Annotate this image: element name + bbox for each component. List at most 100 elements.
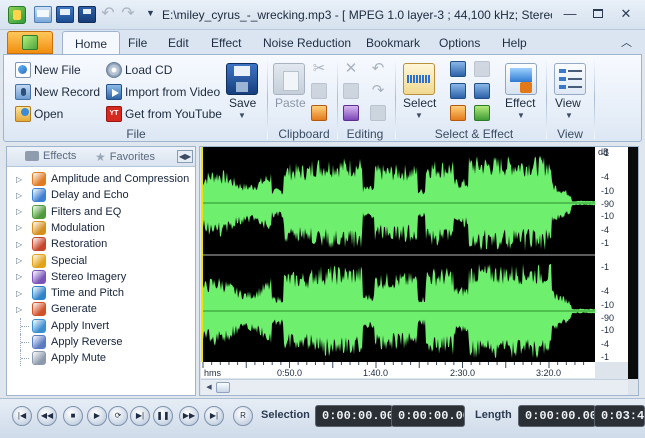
- fade-icon[interactable]: [450, 105, 466, 121]
- tab-help[interactable]: Help: [502, 36, 527, 50]
- import-video-button[interactable]: Import from Video: [106, 84, 220, 100]
- go-to-start-button[interactable]: |◀: [12, 406, 32, 426]
- tree-item-label: Apply Reverse: [51, 336, 123, 348]
- expand-arrow-icon[interactable]: ▷: [16, 240, 26, 249]
- tree-item[interactable]: ▷ Special: [7, 253, 87, 269]
- tab-options[interactable]: Options: [439, 36, 480, 50]
- play-button[interactable]: ▶: [87, 406, 107, 426]
- trim-icon[interactable]: [311, 105, 327, 121]
- quick-access-dropdown-icon[interactable]: ▼: [146, 8, 155, 18]
- quick-undo-icon[interactable]: ↶: [100, 5, 116, 22]
- effect-dropdown-icon[interactable]: ▼: [517, 111, 525, 120]
- tree-item[interactable]: ▷ Delay and Echo: [7, 187, 129, 203]
- cut-icon[interactable]: ✂: [311, 61, 327, 77]
- get-youtube-button[interactable]: YT Get from YouTube: [106, 106, 222, 122]
- selection-end-field[interactable]: 0:00:00.000: [391, 405, 465, 427]
- tree-item[interactable]: ▷ Stereo Imagery: [7, 269, 126, 285]
- speed-icon[interactable]: [474, 83, 490, 99]
- new-file-button[interactable]: New File: [15, 62, 81, 78]
- scroll-left-icon[interactable]: ◀: [203, 382, 215, 394]
- view-button[interactable]: View: [555, 96, 581, 110]
- tree-item[interactable]: ▷ Time and Pitch: [7, 285, 124, 301]
- expand-arrow-icon[interactable]: ▷: [16, 223, 26, 232]
- tab-effects[interactable]: Effects: [25, 150, 76, 162]
- minimize-button[interactable]: —: [560, 5, 580, 23]
- scrollbar-thumb[interactable]: [216, 382, 230, 393]
- repeat-icon[interactable]: [370, 105, 386, 121]
- edit-tool-icon[interactable]: [343, 105, 359, 121]
- fast-forward-button[interactable]: ▶▶: [179, 406, 199, 426]
- tree-item[interactable]: ▷ Filters and EQ: [7, 204, 121, 220]
- expand-arrow-icon[interactable]: ▷: [16, 272, 26, 281]
- play-selection-button[interactable]: ▶|: [130, 406, 150, 426]
- tree-item[interactable]: Apply Reverse: [7, 334, 123, 350]
- waveform-canvas[interactable]: [201, 147, 595, 362]
- select-button[interactable]: Select: [403, 96, 436, 110]
- tab-favorites[interactable]: ★ Favorites: [95, 150, 155, 164]
- tab-edit[interactable]: Edit: [168, 36, 189, 50]
- expand-arrow-icon[interactable]: ▷: [16, 207, 26, 216]
- save-button[interactable]: Save: [229, 96, 256, 110]
- panel-scroll-button[interactable]: ◀▶: [177, 150, 193, 163]
- expand-arrow-icon[interactable]: ▷: [16, 305, 26, 314]
- vertical-zoom-bar[interactable]: [628, 147, 638, 379]
- spectrum-icon[interactable]: [450, 61, 466, 77]
- record-button[interactable]: R: [233, 406, 253, 426]
- echo-icon[interactable]: [474, 105, 490, 121]
- clock-icon[interactable]: [474, 61, 490, 77]
- tab-noise-reduction[interactable]: Noise Reduction: [263, 36, 351, 50]
- open-button[interactable]: Open: [15, 106, 63, 122]
- quick-new-icon[interactable]: [56, 6, 74, 23]
- tree-item[interactable]: Apply Invert: [7, 317, 109, 334]
- undo-icon[interactable]: ↶: [370, 61, 386, 77]
- tree-item[interactable]: ▷ Generate: [7, 301, 97, 317]
- tree-item[interactable]: ▷ Amplitude and Compression: [7, 171, 189, 187]
- effect-button[interactable]: Effect: [505, 96, 535, 110]
- save-disk-icon[interactable]: [226, 63, 258, 95]
- expand-arrow-icon[interactable]: ▷: [16, 289, 26, 298]
- tab-home[interactable]: Home: [62, 31, 121, 55]
- quick-open-icon[interactable]: [34, 6, 52, 23]
- stop-button[interactable]: ■: [63, 406, 83, 426]
- tab-bookmark[interactable]: Bookmark: [366, 36, 420, 50]
- tree-item[interactable]: Apply Mute: [7, 350, 106, 367]
- window-title: E:\miley_cyrus_-_wrecking.mp3 - [ MPEG 1…: [162, 8, 552, 22]
- cd-icon: [106, 62, 122, 78]
- redo-icon[interactable]: ↷: [370, 83, 386, 99]
- paste-clipboard-icon[interactable]: [273, 63, 305, 95]
- copy-icon[interactable]: [311, 83, 327, 99]
- length-total-field[interactable]: 0:03:43: [594, 405, 645, 427]
- expand-arrow-icon[interactable]: ▷: [16, 175, 26, 184]
- length-field[interactable]: 0:00:00.000: [518, 405, 596, 427]
- effect-icon[interactable]: [505, 63, 537, 95]
- close-button[interactable]: ✕: [616, 5, 636, 23]
- select-waveform-icon[interactable]: [403, 63, 435, 95]
- ribbon-collapse-icon[interactable]: ︿: [621, 34, 632, 50]
- new-record-button[interactable]: New Record: [15, 84, 100, 100]
- selection-start-field[interactable]: 0:00:00.000: [315, 405, 393, 427]
- load-cd-button[interactable]: Load CD: [106, 62, 172, 78]
- quick-redo-icon[interactable]: ↷: [120, 5, 136, 22]
- delete-icon[interactable]: ✕: [343, 61, 359, 77]
- save-dropdown-icon[interactable]: ▼: [238, 111, 246, 120]
- view-dropdown-icon[interactable]: ▼: [565, 111, 573, 120]
- normalize-icon[interactable]: [450, 83, 466, 99]
- rewind-button[interactable]: ◀◀: [37, 406, 57, 426]
- quick-save-icon[interactable]: [78, 6, 96, 23]
- go-to-end-button[interactable]: ▶|: [204, 406, 224, 426]
- application-menu-button[interactable]: [7, 31, 53, 54]
- tab-effect[interactable]: Effect: [211, 36, 241, 50]
- loop-button[interactable]: ⟳: [108, 406, 128, 426]
- expand-arrow-icon[interactable]: ▷: [16, 256, 26, 265]
- tab-file[interactable]: File: [128, 36, 147, 50]
- select-dropdown-icon[interactable]: ▼: [415, 111, 423, 120]
- maximize-button[interactable]: [588, 5, 608, 23]
- pause-button[interactable]: ❚❚: [153, 406, 173, 426]
- view-layout-icon[interactable]: [554, 63, 586, 95]
- expand-arrow-icon[interactable]: ▷: [16, 191, 26, 200]
- paste-button[interactable]: Paste: [275, 96, 306, 110]
- horizontal-scrollbar[interactable]: ◀: [201, 379, 628, 395]
- crop-icon[interactable]: [343, 83, 359, 99]
- tree-item[interactable]: ▷ Restoration: [7, 236, 107, 252]
- tree-item[interactable]: ▷ Modulation: [7, 220, 105, 236]
